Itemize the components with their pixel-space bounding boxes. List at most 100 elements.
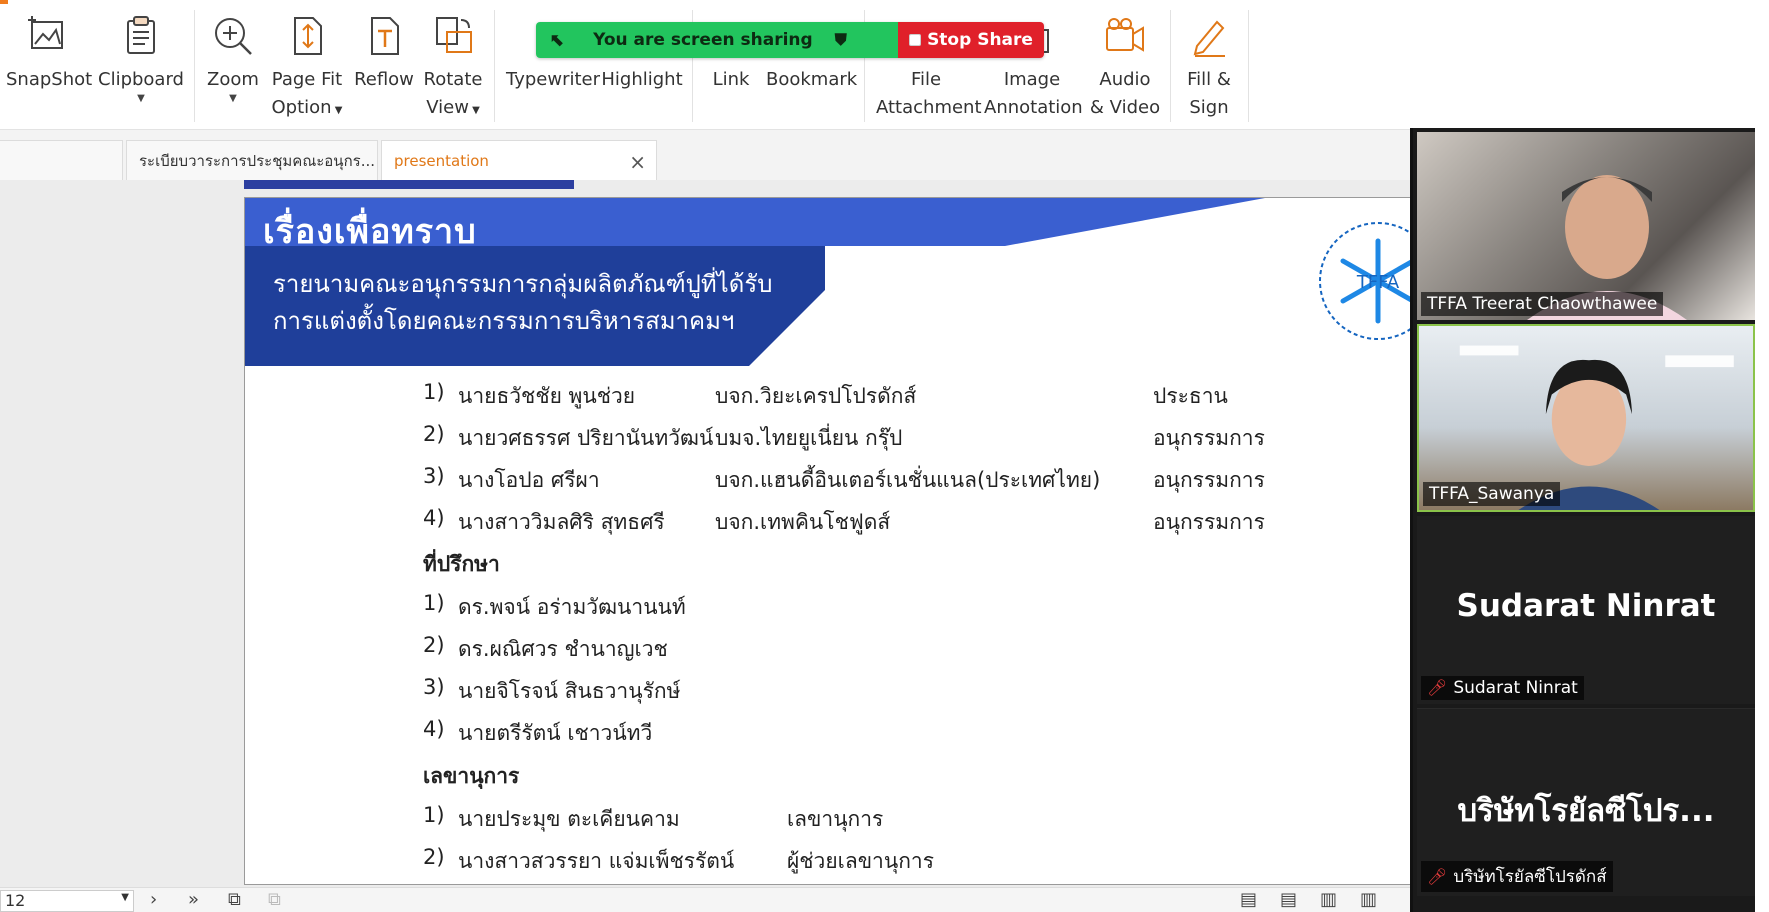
video-tile-royal-sea[interactable]: บริษัทโรยัลซีโปร... 🎤︎ บริษัทโรยัลซีโปรดั… — [1417, 708, 1755, 896]
zoom-button[interactable]: Zoom ▼ — [204, 14, 262, 104]
advisor-name: นายจิโรจน์ สินธวานุรักษ์ — [458, 679, 681, 703]
participant-name-tag: 🎤︎ Sudarat Ninrat — [1421, 676, 1584, 700]
close-icon[interactable]: × — [629, 150, 646, 174]
last-page-icon[interactable]: » — [188, 889, 199, 910]
page-fit-label-2-row: Option ▼ — [270, 94, 344, 125]
facing-view-icon[interactable]: ▥ — [1320, 889, 1337, 910]
member-number: 4) — [423, 506, 445, 530]
secretary-role: เลขานุการ — [787, 807, 884, 831]
zoom-label: Zoom — [207, 69, 259, 90]
slide-subheading: รายนามคณะอนุกรรมการกลุ่มผลิตภัณฑ์ปูที่ได… — [273, 266, 833, 340]
cover-facing-view-icon[interactable]: ▥ — [1360, 889, 1377, 910]
participant-display-name: บริษัทโรยัลซีโปร... — [1457, 793, 1715, 829]
shield-check-icon: ⛊ — [834, 30, 847, 49]
participant-name: Sudarat Ninrat — [1453, 678, 1578, 698]
member-number: 3) — [423, 464, 445, 488]
stop-share-label: Stop Share — [927, 30, 1033, 50]
mic-muted-icon: 🎤︎ — [1427, 678, 1448, 697]
file-attachment-label-2: Attachment — [876, 97, 982, 118]
member-company: บจก.เทพคินโชฟูดส์ — [715, 510, 891, 534]
clipboard-button[interactable]: Clipboard ▼ — [98, 14, 184, 104]
chevron-down-icon: ▼ — [229, 93, 237, 104]
advisors-heading: ที่ปรึกษา — [423, 552, 500, 576]
secretary-number: 1) — [423, 803, 445, 827]
page-fit-label-2: Option — [271, 97, 332, 118]
audio-video-label-1: Audio — [1099, 69, 1151, 90]
tab-presentation[interactable]: presentation × — [381, 140, 657, 180]
stop-share-button[interactable]: Stop Share — [898, 22, 1044, 58]
chevron-down-icon: ▼ — [331, 105, 343, 116]
logo-text: TFFA — [1356, 272, 1400, 293]
chevron-down-icon: ▼ — [137, 93, 145, 104]
document-viewport[interactable]: เรื่องเพื่อทราบ รายนามคณะอนุกรรมการกลุ่ม… — [0, 180, 1410, 887]
rotate-view-icon — [431, 14, 475, 58]
member-role: อนุกรรมการ — [1153, 426, 1265, 450]
fill-sign-button[interactable]: Fill & Sign — [1180, 14, 1238, 122]
link-label: Link — [712, 69, 750, 90]
video-tile-sawanya[interactable]: TFFA_Sawanya — [1417, 324, 1755, 512]
audio-video-button[interactable]: Audio & Video — [1088, 14, 1162, 122]
next-page-icon[interactable]: › — [150, 889, 157, 910]
ribbon-divider — [194, 10, 195, 122]
reflow-icon — [362, 14, 406, 58]
advisor-number: 4) — [423, 717, 445, 741]
highlight-label: Highlight — [601, 69, 683, 90]
member-role: ประธาน — [1153, 384, 1228, 408]
fill-sign-label-1: Fill & — [1187, 69, 1231, 90]
secretary-number: 2) — [423, 845, 445, 869]
image-annotation-label-2: Annotation — [984, 97, 1083, 118]
ribbon-divider — [494, 10, 495, 122]
slide-page: เรื่องเพื่อทราบ รายนามคณะอนุกรรมการกลุ่ม… — [244, 197, 1410, 885]
video-tile-sudarat[interactable]: Sudarat Ninrat 🎤︎ Sudarat Ninrat — [1417, 516, 1755, 704]
reflow-label: Reflow — [354, 69, 414, 90]
member-number: 2) — [423, 422, 445, 446]
chevron-down-icon: ▼ — [121, 892, 129, 903]
member-name: นางสาววิมลศิริ สุทธศรี — [458, 510, 665, 534]
rotate-label-2: View — [426, 97, 469, 118]
tab-label: ระเบียบวาระการประชุมคณะอนุกร... — [139, 151, 376, 170]
member-company: บมจ.ไทยยูเนี่ยน กรุ๊ป — [715, 426, 903, 450]
advisor-number: 2) — [423, 633, 445, 657]
view-history-icon[interactable]: ⧉ — [228, 889, 241, 910]
slide-subheading-line-1: รายนามคณะอนุกรรมการกลุ่มผลิตภัณฑ์ปูที่ได… — [273, 270, 773, 298]
ribbon-toolbar: SnapShot Clipboard ▼ Zoom ▼ Page Fit Opt… — [0, 0, 1769, 130]
snapshot-button[interactable]: SnapShot — [6, 14, 92, 94]
tffa-logo: TFFA — [1313, 216, 1410, 346]
member-number: 1) — [423, 380, 445, 404]
rotate-view-button[interactable]: Rotate View ▼ — [420, 14, 486, 125]
sharing-status[interactable]: ⬉ You are screen sharing ⛊ — [536, 22, 898, 58]
video-tile-treerat[interactable]: TFFA Treerat Chaowthawee — [1417, 132, 1755, 320]
tab-document-1[interactable] — [0, 140, 123, 180]
member-role: อนุกรรมการ — [1153, 468, 1265, 492]
slide-heading: เรื่องเพื่อทราบ — [263, 212, 477, 252]
single-page-view-icon[interactable]: ▤ — [1240, 889, 1257, 910]
member-role: อนุกรรมการ — [1153, 510, 1265, 534]
fill-sign-icon — [1187, 14, 1231, 58]
tab-meeting-agenda[interactable]: ระเบียบวาระการประชุมคณะอนุกร... — [126, 140, 378, 180]
document-tab-bar: ระเบียบวาระการประชุมคณะอนุกร... presenta… — [0, 130, 1410, 180]
page-fit-icon — [285, 14, 329, 58]
zoom-icon — [211, 14, 255, 58]
secretary-name: นายประมุข ตะเคียนคาม — [458, 807, 680, 831]
rotate-label-2-row: View ▼ — [420, 94, 486, 125]
member-name: นางโอปอ ศรีผา — [458, 468, 600, 492]
continuous-view-icon[interactable]: ▤ — [1280, 889, 1297, 910]
ribbon-divider — [1170, 10, 1171, 122]
duplicate-page-icon[interactable]: ⧉ — [268, 889, 281, 910]
ribbon-divider — [1248, 10, 1249, 122]
fill-sign-label-2: Sign — [1189, 97, 1229, 118]
file-attachment-label-1: File — [910, 69, 942, 90]
typewriter-label: Typewriter — [506, 69, 600, 90]
chevron-down-icon: ▼ — [468, 105, 480, 116]
page-number-input[interactable]: 12 ▼ — [0, 890, 134, 912]
share-arrow-icon: ⬉ — [550, 29, 566, 51]
stop-icon — [909, 34, 922, 46]
rotate-label-1: Rotate — [423, 69, 483, 90]
image-annotation-label-1: Image — [1003, 69, 1061, 90]
audio-video-label-2: & Video — [1089, 97, 1161, 118]
reflow-button[interactable]: Reflow — [352, 14, 416, 94]
participant-name-tag: 🎤︎ บริษัทโรยัลซีโปรดักส์ — [1421, 861, 1613, 892]
sharing-status-text: You are screen sharing — [593, 30, 813, 50]
member-name: นายธวัชชัย พูนช่วย — [458, 384, 636, 408]
page-fit-option-button[interactable]: Page Fit Option ▼ — [270, 14, 344, 125]
